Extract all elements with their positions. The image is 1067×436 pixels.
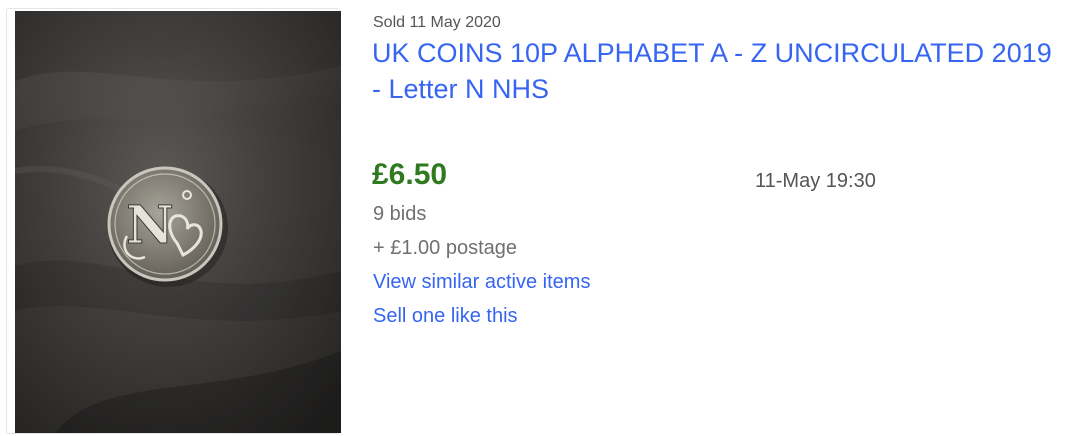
sold-date: Sold 11 May 2020: [373, 14, 501, 31]
sell-one-like-this-link[interactable]: Sell one like this: [373, 304, 518, 328]
coin-letter: N: [126, 195, 174, 256]
coin-photo-graphic: N: [15, 11, 341, 433]
postage-cost: + £1.00 postage: [373, 237, 518, 259]
coin-photo[interactable]: N: [15, 11, 341, 433]
end-time: 11-May 19:30: [755, 170, 876, 192]
sold-listing-item: N Sold 11 May 2020 UK COINS 10P ALPHABET…: [0, 0, 1067, 436]
sold-price: £6.50: [372, 158, 448, 191]
view-similar-link[interactable]: View similar active items: [373, 270, 590, 294]
listing-title-link[interactable]: UK COINS 10P ALPHABET A - Z UNCIRCULATED…: [372, 35, 1062, 107]
listing-thumbnail[interactable]: N: [6, 8, 341, 434]
bid-count: 9 bids: [373, 203, 427, 225]
